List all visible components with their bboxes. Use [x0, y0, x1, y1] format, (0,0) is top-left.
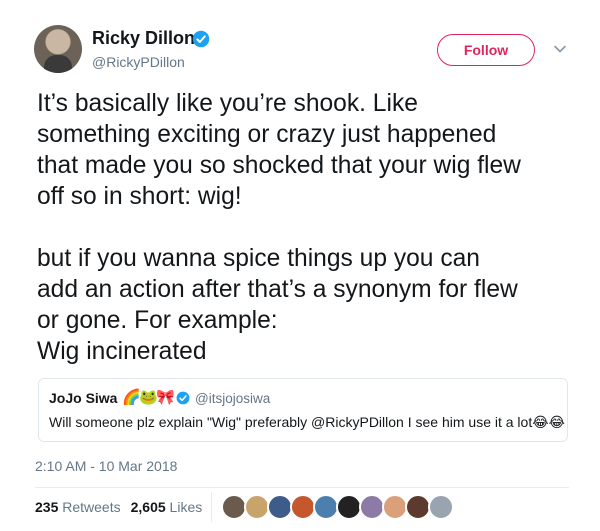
retweets-count: 235: [35, 499, 59, 515]
likes-stat[interactable]: 2,605 Likes: [131, 499, 203, 515]
laughing-emoji: 😂😂: [532, 415, 565, 431]
stats-separator: [211, 492, 212, 522]
quoted-author-name: JoJo Siwa: [49, 390, 118, 406]
follow-button[interactable]: Follow: [437, 34, 535, 66]
retweets-stat[interactable]: 235 Retweets: [35, 499, 121, 515]
verified-badge-icon: [176, 391, 190, 405]
tweet-text: It’s basically like you’re shook. Like s…: [37, 90, 521, 365]
likes-count: 2,605: [130, 499, 166, 515]
liker-avatar[interactable]: [428, 494, 454, 520]
author-handle[interactable]: @RickyPDillon: [92, 54, 185, 70]
ribbon-emoji: 🎀: [156, 388, 175, 406]
quoted-author-handle: @itsjojosiwa: [195, 391, 271, 406]
divider: [35, 487, 569, 488]
rainbow-emoji: 🌈: [122, 388, 141, 406]
tweet-stats: 235 Retweets 2,605 Likes: [35, 499, 202, 515]
tweet-timestamp[interactable]: 2:10 AM - 10 Mar 2018: [35, 458, 177, 474]
chevron-down-icon[interactable]: [553, 42, 567, 56]
retweets-label: Retweets: [62, 499, 121, 515]
author-avatar[interactable]: [34, 25, 82, 73]
verified-badge-icon: [192, 30, 210, 48]
quoted-text-body: Will someone plz explain "Wig" preferabl…: [49, 414, 533, 430]
quoted-tweet-text: Will someone plz explain "Wig" preferabl…: [49, 414, 565, 431]
author-name[interactable]: Ricky Dillon: [92, 28, 195, 49]
liker-avatars: [221, 494, 454, 520]
frog-emoji: 🐸: [139, 388, 158, 406]
quoted-tweet[interactable]: JoJo Siwa 🌈 🐸 🎀 @itsjojosiwa Will someon…: [38, 378, 568, 442]
likes-label: Likes: [169, 499, 203, 515]
